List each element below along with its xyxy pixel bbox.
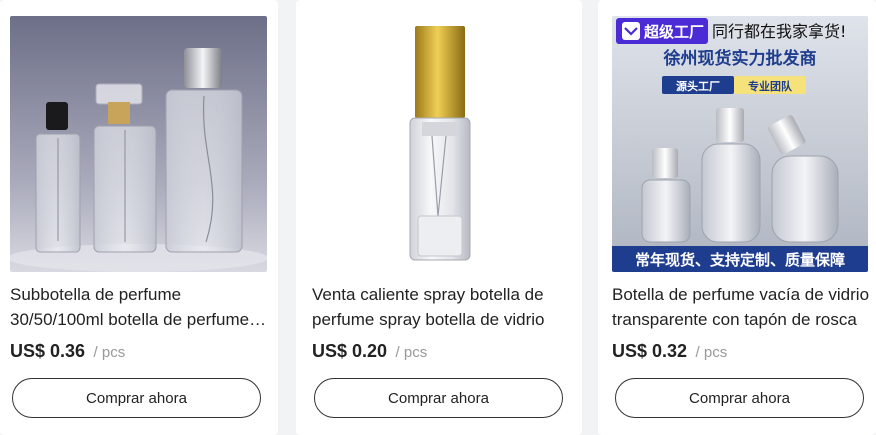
buy-now-button[interactable]: Comprar ahora (12, 378, 261, 418)
price-row: US$ 0.20 / pcs (312, 341, 427, 362)
price-unit: / pcs (93, 344, 126, 361)
product-image[interactable] (10, 16, 267, 272)
banner-subline: 徐州现货实力批发商 (663, 48, 817, 69)
product-price: US$ 0.32 (612, 341, 688, 361)
banner-tag-right: 专业团队 (748, 79, 793, 93)
price-unit: / pcs (395, 344, 428, 361)
product-price: US$ 0.36 (10, 341, 86, 361)
price-row: US$ 0.36 / pcs (10, 341, 125, 362)
banner-tag-left: 源头工厂 (676, 79, 720, 93)
price-row: US$ 0.32 / pcs (612, 341, 727, 362)
buy-now-button[interactable]: Comprar ahora (314, 378, 563, 418)
product-title[interactable]: Subbotella de perfume 30/50/100ml botell… (10, 282, 268, 332)
product-title[interactable]: Venta caliente spray botella de perfume … (312, 282, 574, 332)
product-title[interactable]: Botella de perfume vacía de vidrio trans… (612, 282, 870, 332)
product-card[interactable]: Subbotella de perfume 30/50/100ml botell… (0, 0, 278, 435)
product-image[interactable] (308, 16, 570, 272)
banner-headline: 同行都在我家拿货! (712, 22, 846, 41)
product-card[interactable]: Venta caliente spray botella de perfume … (296, 0, 582, 435)
product-card[interactable]: 超级工厂 同行都在我家拿货! 徐州现货实力批发商 源头工厂 专业团队 常年现货、… (598, 0, 876, 435)
product-price: US$ 0.20 (312, 341, 388, 361)
banner-footer: 常年现货、支持定制、质量保障 (635, 251, 845, 269)
price-unit: / pcs (695, 344, 728, 361)
banner-badge: 超级工厂 (643, 23, 704, 41)
product-image[interactable]: 超级工厂 同行都在我家拿货! 徐州现货实力批发商 源头工厂 专业团队 常年现货、… (612, 16, 868, 272)
buy-now-button[interactable]: Comprar ahora (615, 378, 864, 418)
